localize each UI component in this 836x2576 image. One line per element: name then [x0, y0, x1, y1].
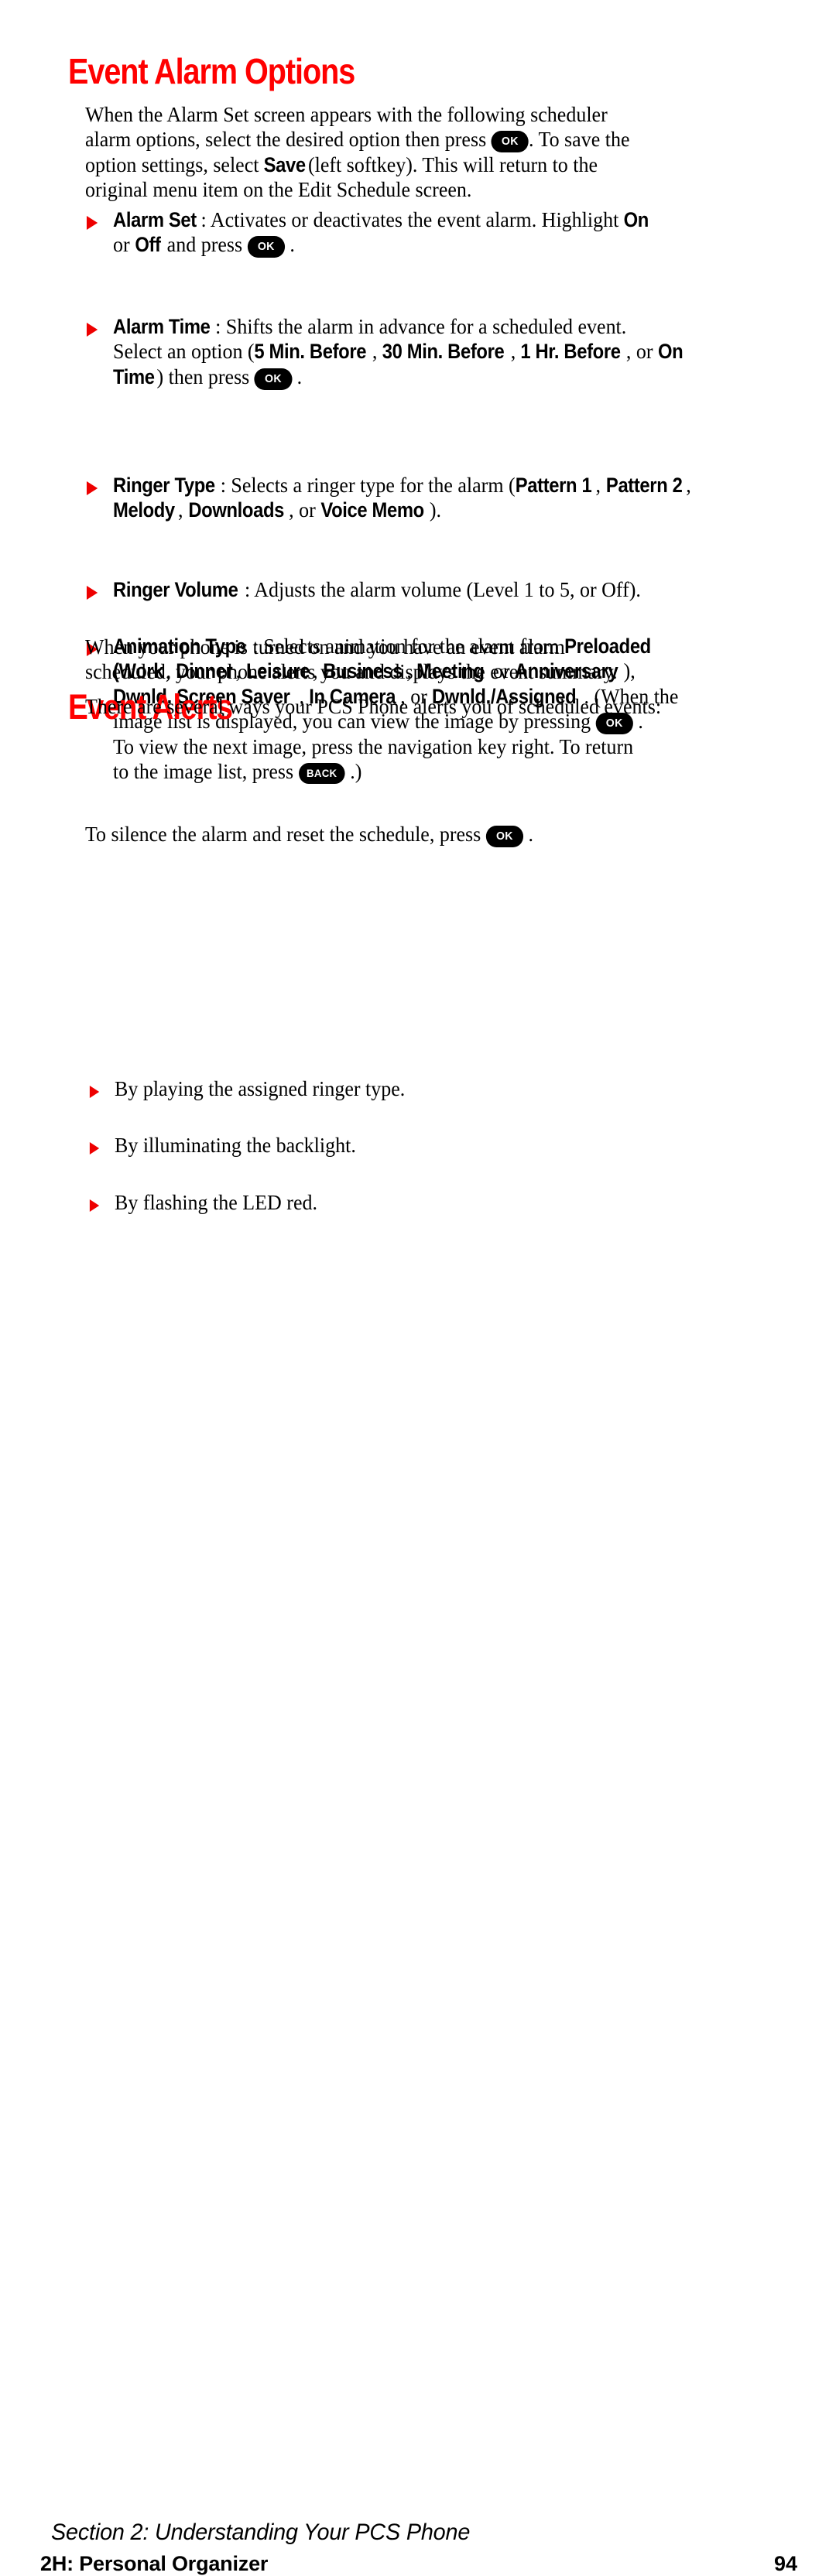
- term-ringer-volume: Ringer Volume: [113, 578, 238, 602]
- option-1-hr-before: 1 Hr. Before: [520, 340, 622, 364]
- triangle-bullet-icon: [89, 1199, 100, 1212]
- intro-line-2a: alarm options, select the desired option…: [85, 127, 487, 152]
- triangle-bullet-icon: [86, 481, 98, 495]
- option-5-min-before: 5 Min. Before: [254, 340, 367, 364]
- alarm-time-line3a: ) then press: [156, 364, 250, 388]
- alerts-bullet-2: By illuminating the backlight.: [89, 1133, 670, 1158]
- alerts-bullet-3: By flashing the LED red.: [89, 1189, 670, 1215]
- sep: ,: [178, 497, 183, 522]
- term-on: On: [623, 208, 649, 231]
- bullet-ringer-type: Ringer Type: Selects a ringer type for t…: [86, 472, 705, 522]
- alerts-closing-b: .: [528, 822, 534, 846]
- intro-line-3b: (left softkey). This will return to the: [307, 152, 598, 177]
- sep: ,: [372, 339, 378, 364]
- sep: , or: [625, 339, 653, 364]
- alarm-set-line2b: and press: [166, 232, 243, 257]
- term-save: Save: [263, 153, 307, 177]
- option-pattern-1: Pattern 1: [515, 473, 592, 497]
- term-off: Off: [135, 233, 161, 257]
- ok-key-icon: OK: [491, 131, 529, 153]
- alarm-time-line3b: .: [296, 364, 303, 388]
- option-melody: Melody: [113, 498, 175, 522]
- option-30-min-before: 30 Min. Before: [382, 340, 505, 364]
- alarm-set-line2a: or: [113, 232, 130, 257]
- event-alerts-closing: To silence the alarm and reset the sched…: [85, 822, 714, 847]
- bullet-ringer-volume: Ringer Volume: Adjusts the alarm volume …: [86, 577, 705, 602]
- term-alarm-time: Alarm Time: [113, 315, 211, 339]
- triangle-bullet-icon: [86, 323, 98, 337]
- triangle-bullet-icon: [86, 586, 98, 600]
- intro-line-1: When the Alarm Set screen appears with t…: [85, 102, 608, 126]
- option-on-time-part2: Time: [113, 364, 155, 388]
- sep: ,: [686, 472, 691, 497]
- manual-page: Event Alarm Options When the Alarm Set s…: [0, 0, 836, 2575]
- event-alerts-paragraph-1: When your phone is turned on and you hav…: [85, 635, 692, 684]
- footer-page-number: 94: [773, 2552, 797, 2575]
- intro-line-3a: option settings, select: [85, 152, 259, 177]
- alarm-set-desc: : Activates or deactivates the event ala…: [200, 207, 619, 231]
- alerts-bullet-1: By playing the assigned ringer type.: [89, 1076, 670, 1101]
- animation-line6a: to the image list, press: [113, 759, 294, 784]
- alerts-p1-line2: scheduled, your phone alerts you and dis…: [85, 659, 618, 684]
- ringer-type-end: ).: [429, 497, 441, 522]
- alerts-bullet-1-text: By playing the assigned ringer type.: [115, 1076, 406, 1101]
- triangle-bullet-icon: [89, 1142, 100, 1155]
- alarm-set-line2c: .: [290, 232, 295, 257]
- intro-line-2b: . To save the: [528, 127, 630, 152]
- ringer-type-desc: : Selects a ringer type for the alarm (: [220, 472, 516, 497]
- bullet-alarm-set: Alarm Set: Activates or deactivates the …: [86, 207, 698, 258]
- animation-line6b: .): [350, 759, 362, 784]
- bullet-alarm-time: Alarm Time: Shifts the alarm in advance …: [86, 314, 705, 390]
- option-pattern-2: Pattern 2: [605, 473, 683, 497]
- triangle-bullet-icon: [86, 216, 98, 230]
- back-key-icon: BACK: [298, 763, 345, 785]
- footer-chapter-label: 2H: Personal Organizer: [40, 2552, 269, 2575]
- page-title-event-alarm-options: Event Alarm Options: [68, 51, 355, 91]
- intro-paragraph: When the Alarm Set screen appears with t…: [85, 102, 692, 203]
- option-downloads: Downloads: [187, 498, 284, 522]
- alarm-time-desc: : Shifts the alarm in advance for a sche…: [215, 314, 627, 339]
- term-ringer-type: Ringer Type: [113, 473, 215, 497]
- alerts-p1-line1: When your phone is turned on and you hav…: [85, 635, 565, 659]
- option-on-time-part1: On: [657, 340, 684, 364]
- event-alerts-paragraph-2: There are several ways your PCS Phone al…: [85, 694, 714, 719]
- ok-key-icon: OK: [247, 236, 285, 258]
- ok-key-icon: OK: [485, 826, 524, 847]
- alerts-bullet-3-text: By flashing the LED red.: [115, 1189, 317, 1214]
- intro-line-4: original menu item on the Edit Schedule …: [85, 177, 472, 202]
- option-voice-memo: Voice Memo: [320, 498, 424, 522]
- footer-section-label: Section 2: Understanding Your PCS Phone: [51, 2520, 471, 2545]
- sep: ,: [595, 472, 601, 497]
- alerts-closing-a: To silence the alarm and reset the sched…: [85, 822, 481, 846]
- sep: ,: [510, 339, 516, 364]
- triangle-bullet-icon: [89, 1086, 100, 1099]
- alerts-bullet-2-text: By illuminating the backlight.: [115, 1133, 356, 1158]
- ringer-volume-desc: : Adjusts the alarm volume (Level 1 to 5…: [244, 577, 641, 602]
- ok-key-icon: OK: [254, 368, 293, 390]
- sep: , or: [289, 497, 316, 522]
- alerts-p2: There are several ways your PCS Phone al…: [85, 694, 662, 718]
- alarm-time-line2a: Select an option (: [113, 339, 255, 364]
- term-alarm-set: Alarm Set: [113, 208, 197, 231]
- animation-line5: To view the next image, press the naviga…: [113, 734, 634, 758]
